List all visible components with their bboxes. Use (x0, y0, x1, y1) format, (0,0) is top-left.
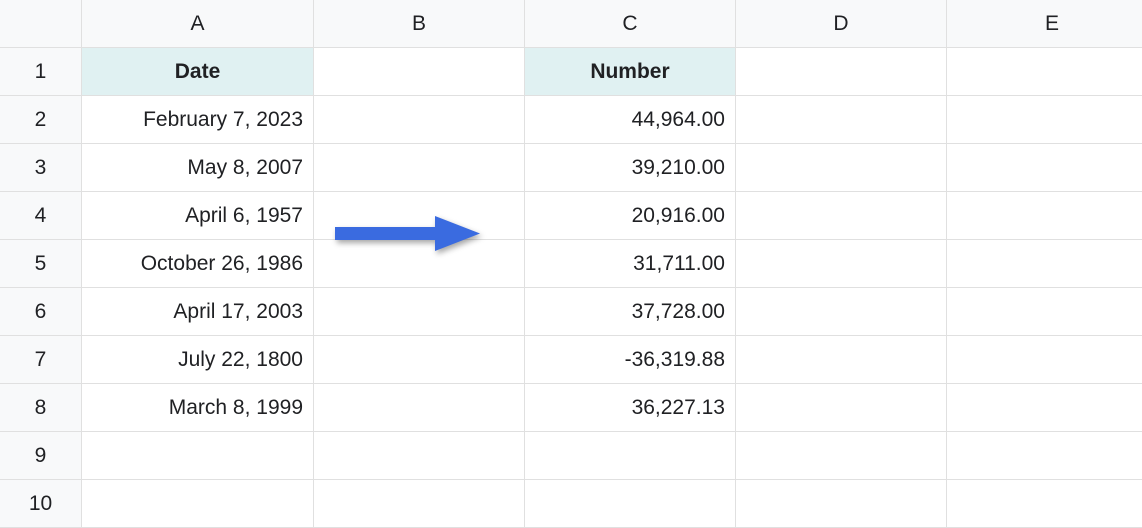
cell-e2[interactable] (947, 96, 1142, 144)
cell-a1[interactable]: Date (82, 48, 314, 96)
row-header-2[interactable]: 2 (0, 96, 82, 144)
cell-b9[interactable] (314, 432, 525, 480)
column-header-a[interactable]: A (82, 0, 314, 48)
cell-c7[interactable]: -36,319.88 (525, 336, 736, 384)
row-header-3[interactable]: 3 (0, 144, 82, 192)
cell-b4[interactable] (314, 192, 525, 240)
cell-c4[interactable]: 20,916.00 (525, 192, 736, 240)
cell-b2[interactable] (314, 96, 525, 144)
cell-a4[interactable]: April 6, 1957 (82, 192, 314, 240)
cell-c8[interactable]: 36,227.13 (525, 384, 736, 432)
cell-d6[interactable] (736, 288, 947, 336)
row-header-6[interactable]: 6 (0, 288, 82, 336)
cell-c6[interactable]: 37,728.00 (525, 288, 736, 336)
cell-d3[interactable] (736, 144, 947, 192)
row-header-1[interactable]: 1 (0, 48, 82, 96)
cell-b7[interactable] (314, 336, 525, 384)
cell-e9[interactable] (947, 432, 1142, 480)
cell-a8[interactable]: March 8, 1999 (82, 384, 314, 432)
column-header-c[interactable]: C (525, 0, 736, 48)
cell-d7[interactable] (736, 336, 947, 384)
cell-d5[interactable] (736, 240, 947, 288)
cell-a6[interactable]: April 17, 2003 (82, 288, 314, 336)
cell-e3[interactable] (947, 144, 1142, 192)
cell-a7[interactable]: July 22, 1800 (82, 336, 314, 384)
cell-c1[interactable]: Number (525, 48, 736, 96)
cell-d1[interactable] (736, 48, 947, 96)
select-all-corner[interactable] (0, 0, 82, 48)
column-header-d[interactable]: D (736, 0, 947, 48)
row-header-9[interactable]: 9 (0, 432, 82, 480)
spreadsheet-grid: A B C D E 1 Date Number 2 February 7, 20… (0, 0, 1142, 528)
row-header-10[interactable]: 10 (0, 480, 82, 528)
cell-d8[interactable] (736, 384, 947, 432)
cell-d4[interactable] (736, 192, 947, 240)
cell-c10[interactable] (525, 480, 736, 528)
cell-b8[interactable] (314, 384, 525, 432)
cell-c3[interactable]: 39,210.00 (525, 144, 736, 192)
column-header-e[interactable]: E (947, 0, 1142, 48)
cell-b1[interactable] (314, 48, 525, 96)
cell-c5[interactable]: 31,711.00 (525, 240, 736, 288)
cell-c2[interactable]: 44,964.00 (525, 96, 736, 144)
cell-a2[interactable]: February 7, 2023 (82, 96, 314, 144)
row-header-4[interactable]: 4 (0, 192, 82, 240)
cell-d2[interactable] (736, 96, 947, 144)
cell-a9[interactable] (82, 432, 314, 480)
row-header-8[interactable]: 8 (0, 384, 82, 432)
cell-e6[interactable] (947, 288, 1142, 336)
cell-a5[interactable]: October 26, 1986 (82, 240, 314, 288)
cell-d10[interactable] (736, 480, 947, 528)
cell-e1[interactable] (947, 48, 1142, 96)
row-header-7[interactable]: 7 (0, 336, 82, 384)
cell-e10[interactable] (947, 480, 1142, 528)
cell-e5[interactable] (947, 240, 1142, 288)
cell-a3[interactable]: May 8, 2007 (82, 144, 314, 192)
cell-b3[interactable] (314, 144, 525, 192)
cell-b10[interactable] (314, 480, 525, 528)
cell-a10[interactable] (82, 480, 314, 528)
cell-e4[interactable] (947, 192, 1142, 240)
cell-c9[interactable] (525, 432, 736, 480)
row-header-5[interactable]: 5 (0, 240, 82, 288)
cell-e7[interactable] (947, 336, 1142, 384)
cell-e8[interactable] (947, 384, 1142, 432)
cell-b6[interactable] (314, 288, 525, 336)
cell-d9[interactable] (736, 432, 947, 480)
column-header-b[interactable]: B (314, 0, 525, 48)
cell-b5[interactable] (314, 240, 525, 288)
